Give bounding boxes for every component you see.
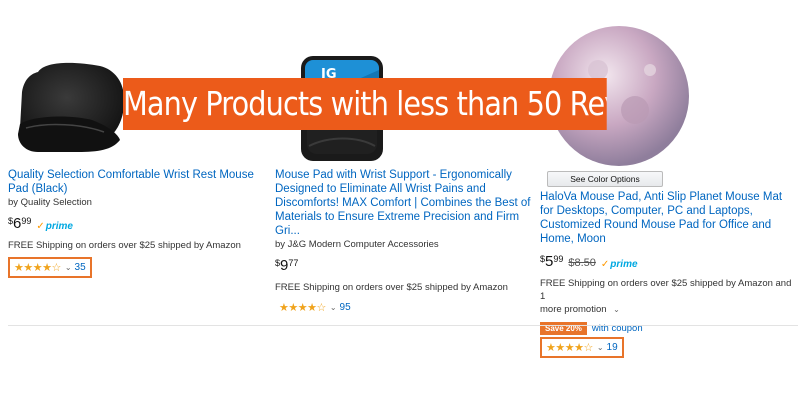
review-count-link[interactable]: 35 [75, 262, 86, 273]
price-row: $ 9 77 [275, 258, 537, 274]
product-title-link[interactable]: Quality Selection Comfortable Wrist Rest… [8, 168, 270, 196]
rating-widget[interactable]: ★★★★☆ ⌄ 35 [8, 257, 92, 278]
price-whole: 5 [545, 253, 554, 270]
review-count-link[interactable]: 95 [340, 302, 351, 313]
prime-label: prime [610, 259, 638, 270]
product-card-1: Quality Selection Comfortable Wrist Rest… [8, 0, 270, 278]
price-fraction: 99 [21, 216, 32, 226]
product-card-2: JG Mouse Pad with Wrist Support - Ergono… [275, 0, 537, 316]
overlay-banner: Many Products with less than 50 Reviews [123, 78, 607, 130]
price-fraction: 99 [553, 254, 564, 264]
prime-check-icon: ✓ [36, 221, 45, 232]
chevron-down-icon[interactable]: ⌄ [597, 343, 604, 352]
chevron-down-icon[interactable]: ⌄ [65, 263, 72, 272]
shipping-text: FREE Shipping on orders over $25 shipped… [540, 278, 792, 302]
review-count-link[interactable]: 19 [607, 342, 618, 353]
product-card-3: See Color Options HaloVa Mouse Pad, Anti… [540, 0, 798, 358]
more-promotion-label: more promotion [540, 304, 607, 315]
list-price: $8.50 [568, 257, 596, 269]
results-divider [8, 325, 798, 326]
prime-label: prime [45, 221, 73, 232]
price-whole: 6 [13, 215, 22, 232]
prime-badge[interactable]: ✓ prime [601, 259, 638, 270]
chevron-down-icon[interactable]: ⌄ [330, 303, 337, 312]
price-whole: 9 [280, 257, 289, 274]
price-row: $ 6 99 ✓ prime [8, 216, 270, 232]
star-rating-icon: ★★★★☆ [14, 262, 61, 274]
chevron-down-icon: ⌄ [613, 305, 620, 314]
star-rating-icon: ★★★★☆ [546, 342, 593, 354]
shipping-info: FREE Shipping on orders over $25 shipped… [275, 282, 508, 293]
price-fraction: 77 [288, 258, 299, 268]
see-color-options-button[interactable]: See Color Options [547, 171, 663, 187]
product-title-link[interactable]: HaloVa Mouse Pad, Anti Slip Planet Mouse… [540, 190, 798, 246]
coupon-row: Save 20% with coupon [540, 322, 798, 335]
price: $ 5 99 [540, 254, 563, 269]
price-row: $ 5 99 $8.50 ✓ prime [540, 254, 798, 270]
price: $ 6 99 [8, 216, 31, 231]
shipping-info: FREE Shipping on orders over $25 shipped… [8, 240, 241, 251]
rating-widget[interactable]: ★★★★☆ ⌄ 95 [275, 299, 355, 316]
more-promotion-dropdown[interactable]: more promotion ⌄ [540, 303, 798, 316]
shipping-info: FREE Shipping on orders over $25 shipped… [540, 277, 798, 316]
star-rating-icon: ★★★★☆ [279, 302, 326, 314]
prime-badge[interactable]: ✓ prime [36, 221, 73, 232]
product-title-link[interactable]: Mouse Pad with Wrist Support - Ergonomic… [275, 168, 537, 238]
coupon-badge[interactable]: Save 20% [540, 322, 587, 335]
prime-check-icon: ✓ [600, 259, 610, 270]
price: $ 9 77 [275, 258, 298, 273]
product-byline: by Quality Selection [8, 197, 92, 208]
product-byline: by J&G Modern Computer Accessories [275, 239, 439, 250]
rating-widget[interactable]: ★★★★☆ ⌄ 19 [540, 337, 624, 358]
